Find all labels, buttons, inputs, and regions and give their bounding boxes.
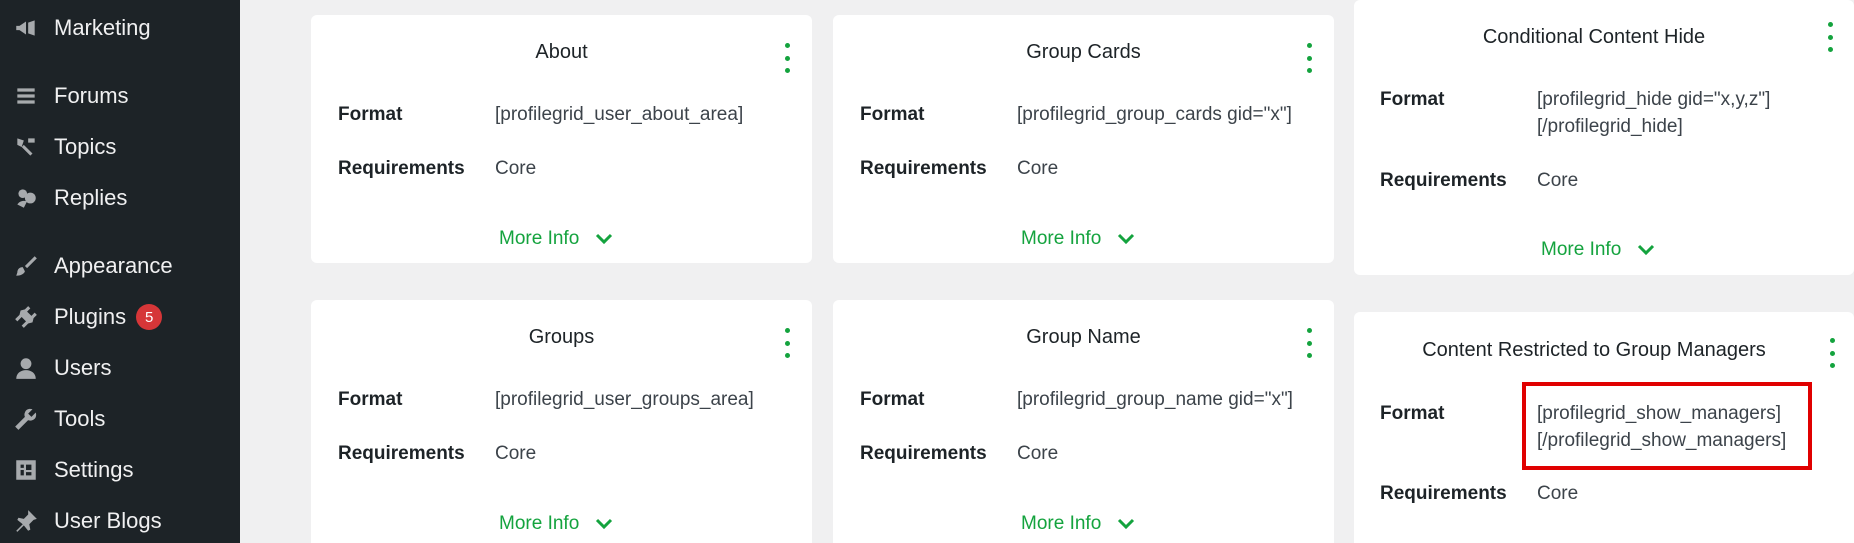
chevron-down-icon: [596, 518, 613, 530]
shortcode-card-about: About Format [profilegrid_user_about_are…: [311, 15, 812, 263]
sidebar-item-label: Topics: [54, 134, 117, 159]
more-info-label: More Info: [1021, 513, 1102, 534]
card-title: Conditional Content Hide: [1482, 26, 1706, 48]
requirements-label: Requirements: [338, 158, 465, 179]
format-value: [profilegrid_user_about_area]: [495, 104, 744, 125]
kebab-menu-icon[interactable]: [1824, 22, 1836, 52]
chevron-down-icon: [596, 233, 613, 245]
plugin-icon: [12, 303, 40, 331]
sidebar-item-label: Forums: [54, 83, 129, 108]
format-label: Format: [1380, 89, 1445, 110]
sidebar-item-users[interactable]: Users: [0, 345, 240, 391]
sidebar-item-label: Plugins: [54, 304, 127, 329]
format-value-line-1: [profilegrid_hide gid="x,y,z"]: [1537, 89, 1771, 110]
wrench-icon: [12, 405, 40, 433]
megaphone-icon: [12, 14, 40, 42]
sidebar-item-label: Appearance: [54, 253, 173, 278]
chevron-down-icon: [1638, 244, 1655, 256]
sidebar-item-settings[interactable]: Settings: [0, 447, 240, 493]
sidebar-item-label: Replies: [54, 185, 128, 210]
sidebar-item-appearance[interactable]: Appearance: [0, 243, 240, 289]
sidebar-item-plugins[interactable]: Plugins 5: [0, 294, 240, 340]
requirements-value: Core: [1537, 170, 1579, 191]
requirements-value: Core: [495, 443, 537, 464]
sidebar-item-label: User Blogs: [54, 508, 162, 533]
replies-icon: [12, 184, 40, 212]
settings-icon: [12, 456, 40, 484]
sidebar-item-label: Settings: [54, 457, 134, 482]
more-info-toggle[interactable]: More Info: [1021, 228, 1135, 250]
admin-sidebar: Marketing Forums Topics Replies Appearan…: [0, 0, 240, 543]
kebab-menu-icon[interactable]: [781, 328, 793, 358]
more-info-label: More Info: [1541, 239, 1622, 260]
requirements-label: Requirements: [1380, 170, 1507, 191]
sidebar-item-marketing[interactable]: Marketing: [0, 5, 240, 51]
kebab-menu-icon[interactable]: [1303, 328, 1315, 358]
shortcode-card-group-cards: Group Cards Format [profilegrid_group_ca…: [833, 15, 1334, 263]
format-value: [profilegrid_group_name gid="x"]: [1017, 389, 1293, 410]
more-info-toggle[interactable]: More Info: [499, 228, 613, 250]
more-info-label: More Info: [1021, 228, 1102, 249]
requirements-label: Requirements: [338, 443, 465, 464]
card-title: About: [535, 41, 588, 63]
shortcode-card-groups: Groups Format [profilegrid_user_groups_a…: [311, 300, 812, 543]
forums-icon: [12, 82, 40, 110]
requirements-value: Core: [1017, 158, 1059, 179]
shortcode-card-content-restricted-group-managers: Content Restricted to Group Managers For…: [1354, 312, 1854, 543]
chevron-down-icon: [1118, 233, 1135, 245]
kebab-menu-icon[interactable]: [781, 43, 793, 73]
format-value: [profilegrid_group_cards gid="x"]: [1017, 104, 1292, 125]
requirements-label: Requirements: [1380, 483, 1507, 504]
format-value-line-2: [/profilegrid_hide]: [1537, 116, 1683, 137]
user-icon: [12, 354, 40, 382]
sidebar-item-label: Users: [54, 355, 112, 380]
card-title: Groups: [528, 326, 595, 348]
requirements-value: Core: [1537, 483, 1579, 504]
more-info-label: More Info: [499, 513, 580, 534]
requirements-label: Requirements: [860, 443, 987, 464]
paintbrush-icon: [12, 252, 40, 280]
sidebar-item-label: Tools: [54, 406, 106, 431]
shortcode-card-conditional-content-hide: Conditional Content Hide Format [profile…: [1354, 0, 1854, 275]
requirements-label: Requirements: [860, 158, 987, 179]
kebab-menu-icon[interactable]: [1826, 338, 1838, 368]
sidebar-item-user-blogs[interactable]: User Blogs: [0, 498, 240, 543]
highlight-annotation-box: [1522, 382, 1812, 470]
card-title: Content Restricted to Group Managers: [1422, 339, 1766, 361]
format-value: [profilegrid_hide gid="x,y,z"] [/profile…: [1537, 86, 1770, 140]
format-label: Format: [860, 104, 925, 125]
format-value: [profilegrid_user_groups_area]: [495, 389, 754, 410]
card-title: Group Name: [1026, 326, 1141, 348]
sidebar-item-forums[interactable]: Forums: [0, 73, 240, 119]
card-title: Group Cards: [1026, 41, 1141, 63]
sidebar-item-topics[interactable]: Topics: [0, 124, 240, 170]
shortcode-card-group-name: Group Name Format [profilegrid_group_nam…: [833, 300, 1334, 543]
format-label: Format: [1380, 403, 1445, 424]
sidebar-item-replies[interactable]: Replies: [0, 175, 240, 221]
more-info-toggle[interactable]: More Info: [1541, 239, 1655, 261]
format-label: Format: [860, 389, 925, 410]
requirements-value: Core: [495, 158, 537, 179]
more-info-toggle[interactable]: More Info: [1021, 513, 1135, 535]
topics-icon: [12, 133, 40, 161]
more-info-label: More Info: [499, 228, 580, 249]
format-label: Format: [338, 389, 403, 410]
requirements-value: Core: [1017, 443, 1059, 464]
chevron-down-icon: [1118, 518, 1135, 530]
format-label: Format: [338, 104, 403, 125]
update-count-badge: 5: [136, 304, 163, 330]
sidebar-item-label: Marketing: [54, 15, 151, 40]
kebab-menu-icon[interactable]: [1303, 43, 1315, 73]
more-info-toggle[interactable]: More Info: [499, 513, 613, 535]
pin-icon: [12, 507, 40, 535]
sidebar-item-tools[interactable]: Tools: [0, 396, 240, 442]
